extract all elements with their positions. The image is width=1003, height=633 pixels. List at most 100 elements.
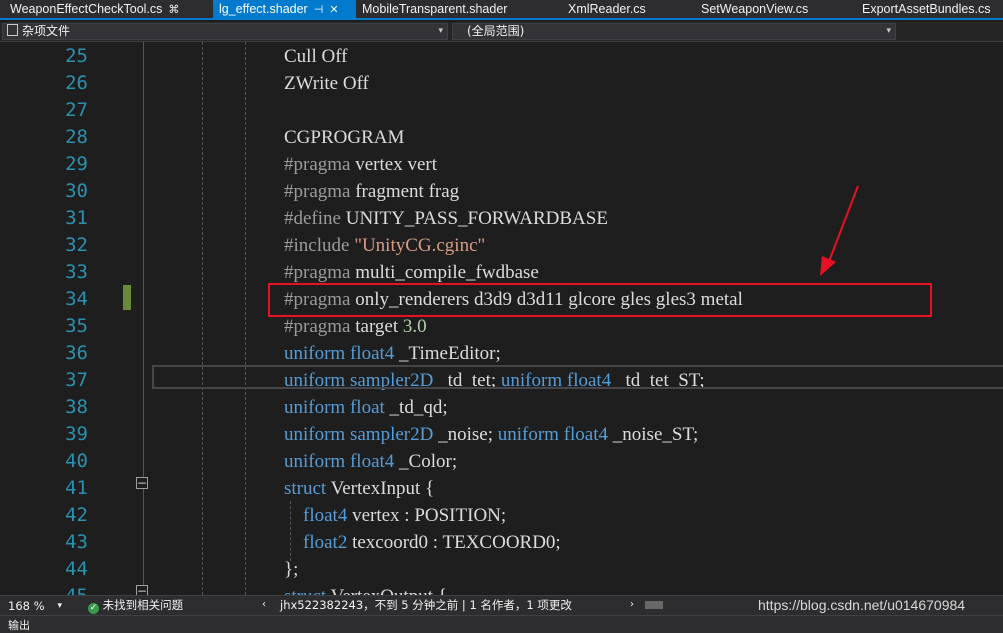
chevron-down-icon: ▾ xyxy=(57,601,62,611)
collapse-toggle-icon[interactable]: − xyxy=(136,585,148,595)
code-text: #pragma target 3.0 xyxy=(284,313,427,340)
navigation-bar: 杂项文件 ▾ (全局范围) ▾ xyxy=(0,22,1003,42)
code-token: UNITY_PASS_FORWARDBASE xyxy=(340,208,608,229)
code-text: float4 vertex : POSITION; xyxy=(284,502,506,529)
pin-icon[interactable]: ⌘ xyxy=(168,1,179,18)
code-token: uniform xyxy=(284,343,346,364)
zoom-level: 168 % xyxy=(8,599,45,613)
line-number: 33 xyxy=(65,261,88,283)
code-text: uniform float4 _Color; xyxy=(284,448,457,475)
code-token: _Color; xyxy=(394,451,458,472)
code-token: #pragma xyxy=(284,181,351,202)
code-token: float xyxy=(349,397,385,418)
scroll-left-icon[interactable]: ‹ xyxy=(262,596,266,614)
editor-status-bar: 168 % ▾ ✓ 未找到相关问题 ‹ jhx522382243，不到 5 分钟… xyxy=(0,595,1003,615)
project-dropdown[interactable]: 杂项文件 ▾ xyxy=(2,23,448,40)
issues-text: 未找到相关问题 xyxy=(102,598,184,612)
chevron-down-icon: ▾ xyxy=(438,26,443,36)
code-line[interactable]: 43 float2 texcoord0 : TEXCOORD0; xyxy=(0,529,1003,556)
code-line[interactable]: 29 #pragma vertex vert xyxy=(0,151,1003,178)
code-line[interactable]: 40 uniform float4 _Color; xyxy=(0,448,1003,475)
line-number: 42 xyxy=(65,504,88,526)
line-number: 44 xyxy=(65,558,88,580)
code-token: #pragma xyxy=(284,154,351,175)
line-number: 39 xyxy=(65,423,88,445)
code-token: uniform xyxy=(497,424,559,445)
horizontal-scrollbar-thumb[interactable] xyxy=(645,601,663,609)
code-line[interactable]: 45 struct VertexOutput { xyxy=(0,583,1003,595)
code-editor[interactable]: 25 Cull Off 26 ZWrite Off 27 28 CGPROGRAM 29 #pr… xyxy=(0,42,1003,595)
code-text: #pragma multi_compile_fwdbase xyxy=(284,259,539,286)
code-token: #pragma xyxy=(284,316,351,337)
tab-weapon-effect-check-tool[interactable]: WeaponEffectCheckTool.cs ⌘ xyxy=(0,0,212,18)
code-token: struct xyxy=(284,478,327,499)
tab-lg-effect-shader[interactable]: lg_effect.shader ⊣ ✕ xyxy=(213,0,356,18)
code-line[interactable]: 36 uniform float4 _TimeEditor; xyxy=(0,340,1003,367)
output-panel-title[interactable]: 输出 xyxy=(8,617,30,633)
code-line[interactable]: 35 #pragma target 3.0 xyxy=(0,313,1003,340)
code-token: float4 xyxy=(349,451,395,472)
tab-export-asset-bundles[interactable]: ExportAssetBundles.cs xyxy=(862,0,1003,18)
tab-label: lg_effect.shader xyxy=(219,2,308,16)
tab-mobile-transparent-shader[interactable]: MobileTransparent.shader xyxy=(362,0,552,18)
code-text: struct VertexInput { xyxy=(284,475,434,502)
line-number: 26 xyxy=(65,72,88,94)
code-text: uniform float _td_qd; xyxy=(284,394,448,421)
code-token: fragment frag xyxy=(350,181,460,202)
code-token: float4 xyxy=(303,505,348,526)
tab-set-weapon-view[interactable]: SetWeaponView.cs xyxy=(701,0,841,18)
code-token: uniform xyxy=(284,424,346,445)
scroll-right-icon[interactable]: › xyxy=(630,596,634,614)
code-token: ZWrite Off xyxy=(284,73,369,94)
tab-label: XmlReader.cs xyxy=(568,2,646,16)
code-token: #pragma xyxy=(284,262,351,283)
line-number: 31 xyxy=(65,207,88,229)
code-token: _noise; xyxy=(433,424,498,445)
code-line[interactable]: 38 uniform float _td_qd; xyxy=(0,394,1003,421)
line-number: 28 xyxy=(65,126,88,148)
zoom-dropdown[interactable]: 168 % ▾ xyxy=(2,597,64,613)
tab-label: WeaponEffectCheckTool.cs xyxy=(10,2,163,16)
scope-dropdown-label: (全局范围) xyxy=(467,24,525,38)
code-token: multi_compile_fwdbase xyxy=(350,262,539,283)
code-token: _noise_ST; xyxy=(608,424,699,445)
codelens-author-info[interactable]: jhx522382243，不到 5 分钟之前 | 1 名作者，1 项更改 xyxy=(280,596,572,614)
code-text: uniform float4 _TimeEditor; xyxy=(284,340,501,367)
code-line[interactable]: 27 xyxy=(0,97,1003,124)
code-line[interactable]: 25 Cull Off xyxy=(0,43,1003,70)
code-text: #define UNITY_PASS_FORWARDBASE xyxy=(284,205,608,232)
scope-dropdown[interactable]: (全局范围) ▾ xyxy=(452,23,896,40)
code-token: float2 xyxy=(303,532,348,553)
code-line[interactable]: 41 struct VertexInput { xyxy=(0,475,1003,502)
code-line[interactable]: 28 CGPROGRAM xyxy=(0,124,1003,151)
annotation-arrow-icon xyxy=(820,185,859,276)
code-token: VertexOutput { xyxy=(326,586,447,595)
tab-label: ExportAssetBundles.cs xyxy=(862,2,991,16)
line-number: 43 xyxy=(65,531,88,553)
project-file-icon xyxy=(7,24,18,36)
code-text: #include "UnityCG.cginc" xyxy=(284,232,485,259)
tab-xml-reader[interactable]: XmlReader.cs xyxy=(568,0,678,18)
code-text: CGPROGRAM xyxy=(284,124,404,151)
code-text: uniform sampler2D _noise; uniform float4… xyxy=(284,421,698,448)
code-text: }; xyxy=(284,556,298,583)
code-text: Cull Off xyxy=(284,43,348,70)
pin-icon[interactable]: ⊣ xyxy=(314,1,324,18)
collapse-toggle-icon[interactable]: − xyxy=(136,477,148,489)
code-token: uniform xyxy=(284,451,346,472)
code-line[interactable]: 44}; xyxy=(0,556,1003,583)
code-line[interactable]: 39 uniform sampler2D _noise; uniform floa… xyxy=(0,421,1003,448)
code-text: #pragma fragment frag xyxy=(284,178,459,205)
code-token: struct xyxy=(284,586,326,595)
code-token: texcoord0 : TEXCOORD0; xyxy=(347,532,561,553)
project-dropdown-label: 杂项文件 xyxy=(22,24,71,38)
code-line[interactable]: 42 float4 vertex : POSITION; xyxy=(0,502,1003,529)
output-panel-header: 输出 xyxy=(0,615,1003,633)
code-token: CGPROGRAM xyxy=(284,127,405,148)
code-text: float2 texcoord0 : TEXCOORD0; xyxy=(284,529,561,556)
close-icon[interactable]: ✕ xyxy=(329,1,338,18)
code-line[interactable]: 26 ZWrite Off xyxy=(0,70,1003,97)
chevron-down-icon: ▾ xyxy=(886,26,891,36)
issues-indicator[interactable]: ✓ 未找到相关问题 xyxy=(88,596,183,614)
